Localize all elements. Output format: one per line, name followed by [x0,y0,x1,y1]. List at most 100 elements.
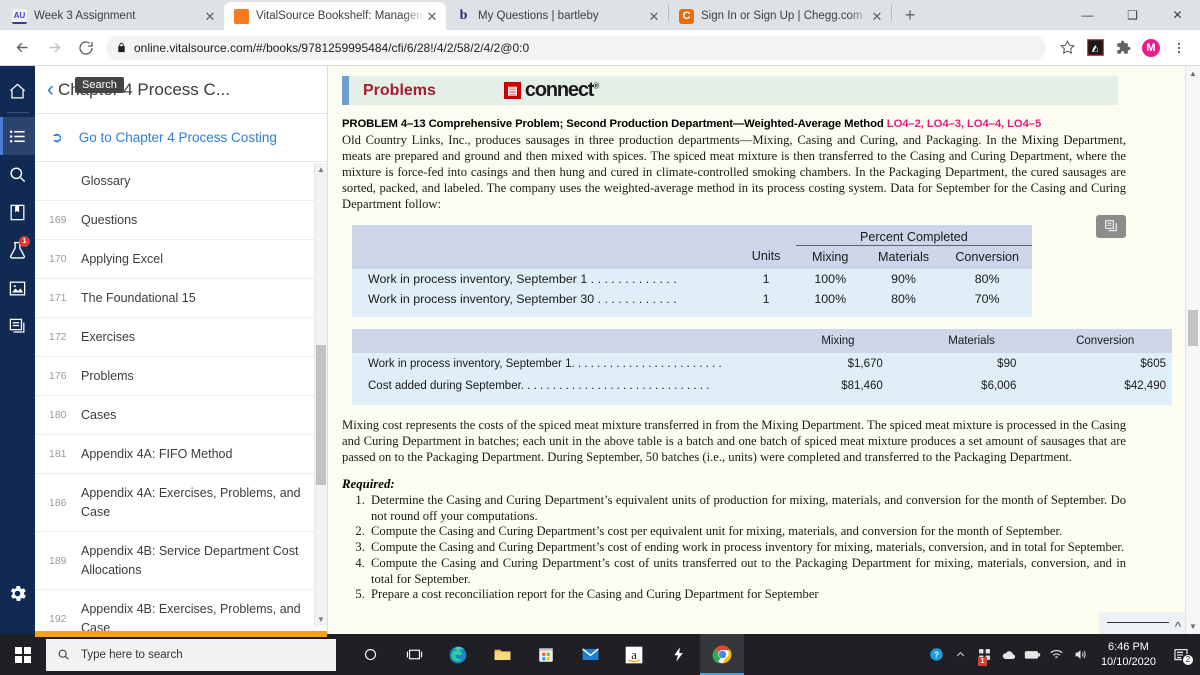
battery-icon[interactable] [1021,634,1045,675]
app-s-icon[interactable] [656,634,700,675]
figures-image-icon[interactable] [0,269,35,307]
toc-item-label: Cases [81,407,117,422]
reload-icon[interactable] [72,34,100,62]
start-button[interactable] [0,634,46,675]
browser-tab-0[interactable]: AU Week 3 Assignment ✕ [2,2,224,30]
cell-mixing: $1,670 [771,352,905,375]
bookmark-icon[interactable] [0,193,35,231]
task-view-icon[interactable] [392,634,436,675]
mail-icon[interactable] [568,634,612,675]
browser-tab-1[interactable]: VitalSource Bookshelf: Manageria ✕ [224,2,446,30]
scroll-up-icon[interactable]: ▲ [315,163,327,176]
scroll-up-icon[interactable]: ▲ [1186,66,1200,81]
file-explorer-icon[interactable] [480,634,524,675]
action-center-badge: 2 [1182,654,1194,666]
settings-gear-icon[interactable] [0,574,35,612]
toc-item-appendix-4b-service[interactable]: 189 Appendix 4B: Service Department Cost… [35,532,327,590]
lock-icon [116,42,127,53]
column-header-materials: Materials [864,245,943,269]
close-icon[interactable]: ✕ [869,8,885,24]
copy-icon[interactable] [1096,214,1126,238]
taskbar-apps: a [348,634,744,675]
forward-icon[interactable] [40,34,68,62]
app-icon-rail: 1 [0,66,35,634]
extensions-puzzle-icon[interactable] [1110,35,1136,61]
browser-tab-2[interactable]: b My Questions | bartleby ✕ [446,2,668,30]
close-window-button[interactable]: ✕ [1155,0,1200,30]
connect-logo: ▤ connect® [503,79,599,102]
browser-toolbar: online.vitalsource.com/#/books/978125999… [0,30,1200,66]
scroll-down-icon[interactable]: ▼ [1186,619,1200,634]
au-icon: AU [12,8,27,24]
toc-item-appendix-4a-fifo[interactable]: 181 Appendix 4A: FIFO Method [35,435,327,474]
toc-item-label: Questions [81,212,138,227]
rail-divider [6,112,29,113]
costs-table: Mixing Materials Conversion Work in proc… [352,328,1172,405]
toc-scrollbar[interactable]: ▲ ▼ [314,163,327,626]
volume-icon[interactable] [1069,634,1093,675]
toc-item-applying-excel[interactable]: 170 Applying Excel [35,240,327,279]
search-input[interactable]: Type here to search [46,638,336,671]
goto-chapter-link[interactable]: ➲ Go to Chapter 4 Process Costing [35,114,327,162]
toc-item-foundational-15[interactable]: 171 The Foundational 15 [35,279,327,318]
toc-item-problems[interactable]: 176 Problems [35,357,327,396]
column-header-mixing: Mixing [771,328,905,353]
flashcards-icon[interactable] [0,307,35,345]
toc-page-number: 170 [49,253,67,265]
maximize-button[interactable]: ❑ [1110,0,1155,30]
minimize-button[interactable]: — [1065,0,1110,30]
cortana-icon[interactable] [348,634,392,675]
amazon-icon[interactable]: a [612,634,656,675]
google-chrome-icon[interactable] [700,634,744,675]
tab-divider [891,4,892,21]
svg-text:a: a [631,648,637,662]
group-header-percent-completed: Percent Completed [795,224,1032,246]
toc-item-label: Glossary [81,173,131,188]
wifi-icon[interactable] [1045,634,1069,675]
close-icon[interactable]: ✕ [424,8,440,24]
onedrive-cloud-icon[interactable] [997,634,1021,675]
back-icon[interactable] [8,34,36,62]
adobe-acrobat-extension-icon[interactable]: ⌂ [1082,35,1108,61]
toc-item-exercises[interactable]: 172 Exercises [35,318,327,357]
toc-item-appendix-4a-exercises[interactable]: 186 Appendix 4A: Exercises, Problems, an… [35,474,327,532]
show-hidden-icons-chevron[interactable] [949,634,973,675]
search-icon[interactable] [0,155,35,193]
scrollbar-thumb[interactable] [316,345,326,485]
help-question-icon[interactable]: ? [925,634,949,675]
reader-scrollbar[interactable]: ▲ ▼ [1185,66,1200,634]
windows-taskbar: Type here to search a ? 1 6:46 PM 10/10/… [0,634,1200,675]
toc-horizontal-scrollbar[interactable] [35,631,327,637]
updates-icon[interactable]: 1 [973,634,997,675]
address-bar[interactable]: online.vitalsource.com/#/books/978125999… [106,35,1046,60]
microsoft-store-icon[interactable] [524,634,568,675]
scroll-down-icon[interactable]: ▼ [315,613,327,626]
toc-page-number: 192 [49,612,67,625]
toc-item-appendix-4b-exercises[interactable]: 192 Appendix 4B: Exercises, Problems, an… [35,590,327,634]
microsoft-edge-icon[interactable] [436,634,480,675]
window-controls: — ❑ ✕ [1065,0,1200,30]
flask-icon[interactable]: 1 [0,231,35,269]
browser-tab-3[interactable]: C Sign In or Sign Up | Chegg.com ✕ [669,2,891,30]
scrollbar-thumb[interactable] [1188,310,1198,346]
profile-avatar[interactable]: M [1138,35,1164,61]
back-chevron-icon[interactable]: ‹ [47,79,54,100]
close-icon[interactable]: ✕ [646,8,662,24]
chrome-menu-icon[interactable] [1166,35,1192,61]
toc-item-cases[interactable]: 180 Cases [35,396,327,435]
clock[interactable]: 6:46 PM 10/10/2020 [1093,640,1166,670]
home-icon[interactable] [0,72,35,110]
bartleby-icon: b [459,8,468,23]
toc-item-questions[interactable]: 169 Questions [35,201,327,240]
avatar: M [1142,38,1160,57]
action-center-button[interactable]: 2 [1166,634,1196,675]
table-of-contents-icon[interactable] [0,117,35,155]
page-indicator[interactable]: ^ [1098,612,1185,634]
chevron-up-icon[interactable]: ^ [1175,620,1181,633]
new-tab-button[interactable]: + [896,1,924,29]
cell-materials: $90 [904,352,1039,375]
close-icon[interactable]: ✕ [202,8,218,24]
toc-item-glossary[interactable]: Glossary [35,162,327,201]
table-2-wrapper: Mixing Materials Conversion Work in proc… [352,328,1172,405]
bookmark-star-icon[interactable] [1054,35,1080,61]
